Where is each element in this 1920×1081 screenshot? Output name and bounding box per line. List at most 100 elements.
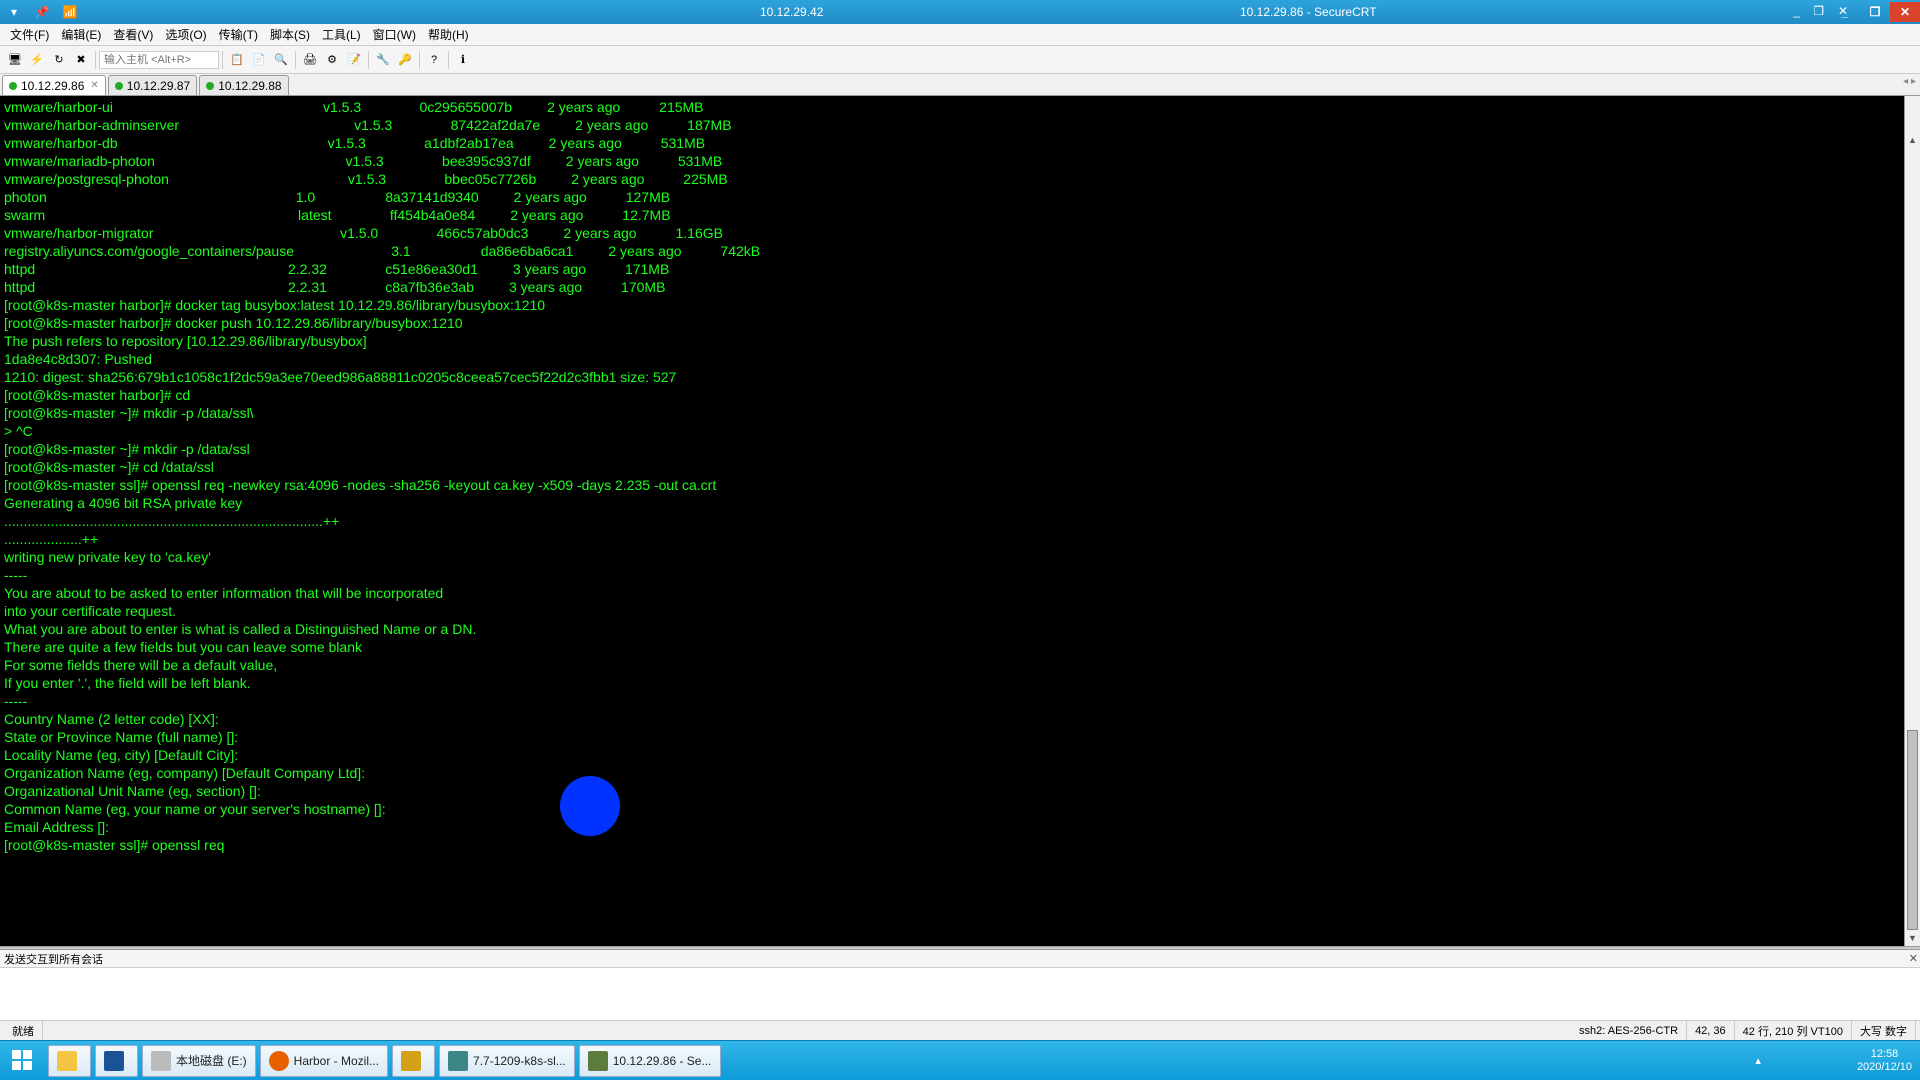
find-icon[interactable]: 🔍 — [271, 50, 291, 70]
close-small-icon[interactable]: ✕ — [1838, 4, 1848, 18]
terminal-line: What you are about to enter is what is c… — [4, 620, 1916, 638]
connect-icon[interactable]: 🖥 — [5, 50, 25, 70]
status-dot-icon — [9, 82, 17, 90]
menu-transfer[interactable]: 传输(T) — [213, 24, 264, 45]
menu-help[interactable]: 帮助(H) — [422, 24, 475, 45]
menu-window[interactable]: 窗口(W) — [367, 24, 422, 45]
task-firefox[interactable]: Harbor - Mozil... — [260, 1045, 388, 1077]
terminal-line: [root@k8s-master harbor]# docker tag bus… — [4, 296, 1916, 314]
tray-chevron-icon[interactable]: ▴ — [1755, 1054, 1761, 1067]
task-app1[interactable] — [392, 1045, 435, 1077]
copy-icon[interactable]: 📋 — [227, 50, 247, 70]
tab-scroll-arrows[interactable]: ◂ ▸ — [1903, 76, 1916, 87]
terminal-line: 1da8e4c8d307: Pushed — [4, 350, 1916, 368]
task-disk[interactable]: 本地磁盘 (E:) — [142, 1045, 256, 1077]
task-label: 7.7-1209-k8s-sl... — [473, 1054, 566, 1068]
terminal-line: ----- — [4, 692, 1916, 710]
help-icon[interactable]: ? — [424, 50, 444, 70]
terminal-line: For some fields there will be a default … — [4, 656, 1916, 674]
restore-small-icon[interactable]: ❐ — [1813, 4, 1824, 18]
clock-time: 12:58 — [1857, 1048, 1912, 1061]
terminal-line: [root@k8s-master ~]# mkdir -p /data/ssl\ — [4, 404, 1916, 422]
status-pos: 42, 36 — [1687, 1021, 1735, 1040]
terminal-line: There are quite a few fields but you can… — [4, 638, 1916, 656]
terminal-line: Country Name (2 letter code) [XX]: — [4, 710, 1916, 728]
quick-connect-icon[interactable]: ⚡ — [27, 50, 47, 70]
tray-icon[interactable] — [1807, 1052, 1825, 1070]
title-bar: ▾ 📌 📶 10.12.29.42 10.12.29.86 - SecureCR… — [0, 0, 1920, 24]
tab-3[interactable]: 10.12.29.88 — [199, 75, 288, 95]
panel-close-icon[interactable]: ✕ — [1909, 952, 1918, 965]
menu-script[interactable]: 脚本(S) — [264, 24, 316, 45]
task-slides[interactable]: 7.7-1209-k8s-sl... — [439, 1045, 575, 1077]
menu-bar: 文件(F) 编辑(E) 查看(V) 选项(O) 传输(T) 脚本(S) 工具(L… — [0, 24, 1920, 46]
image-row: vmware/harbor-ui v1.5.3 0c295655007b 2 y… — [4, 98, 1916, 116]
status-rows: 42 行, 210 列 VT100 — [1735, 1021, 1852, 1040]
reconnect-icon[interactable]: ↻ — [49, 50, 69, 70]
task-label: 本地磁盘 (E:) — [176, 1052, 247, 1069]
panel-title: 发送交互到所有会话 — [4, 951, 103, 967]
menu-edit[interactable]: 编辑(E) — [55, 24, 107, 45]
app-icon — [401, 1051, 421, 1071]
print-icon[interactable]: 🖨 — [300, 50, 320, 70]
toolbar: 🖥 ⚡ ↻ ✖ 📋 📄 🔍 🖨 ⚙ 📝 🔧 🔑 ? ℹ — [0, 46, 1920, 74]
explorer-button[interactable] — [48, 1045, 91, 1077]
maximize-button[interactable]: ❐ — [1860, 2, 1890, 22]
minimize-small-icon[interactable]: _ — [1793, 4, 1800, 18]
menu-file[interactable]: 文件(F) — [4, 24, 55, 45]
task-label: Harbor - Mozil... — [294, 1054, 379, 1068]
terminal-line: Locality Name (eg, city) [Default City]: — [4, 746, 1916, 764]
tray-icon[interactable] — [1763, 1052, 1781, 1070]
tab-1[interactable]: 10.12.29.86 ✕ — [2, 75, 106, 95]
terminal-line: 1210: digest: sha256:679b1c1058c1f2dc59a… — [4, 368, 1916, 386]
terminal-icon — [588, 1051, 608, 1071]
shell-icon — [104, 1051, 124, 1071]
close-tab-icon[interactable]: ✕ — [90, 80, 98, 91]
tab-bar: 10.12.29.86 ✕ 10.12.29.87 10.12.29.88 ◂ … — [0, 74, 1920, 96]
image-row: httpd 2.2.32 c51e86ea30d1 3 years ago 17… — [4, 260, 1916, 278]
tab-2[interactable]: 10.12.29.87 — [108, 75, 197, 95]
disconnect-icon[interactable]: ✖ — [71, 50, 91, 70]
key-icon[interactable]: 🔑 — [395, 50, 415, 70]
terminal-line: > ^C — [4, 422, 1916, 440]
task-securecrt[interactable]: 10.12.29.86 - Se... — [579, 1045, 721, 1077]
tray-icon[interactable] — [1829, 1052, 1847, 1070]
powershell-button[interactable] — [95, 1045, 138, 1077]
window-menu-icon[interactable]: ▾ — [2, 4, 26, 20]
close-button[interactable]: ✕ — [1890, 2, 1920, 22]
terminal-line: [root@k8s-master harbor]# cd — [4, 386, 1916, 404]
tray-icon[interactable] — [1785, 1052, 1803, 1070]
cursor-highlight — [560, 776, 620, 836]
clock[interactable]: 12:58 2020/12/10 — [1857, 1048, 1912, 1074]
status-ready: 就绪 — [4, 1021, 43, 1040]
pin-icon[interactable]: 📌 — [30, 4, 54, 20]
terminal-line: ....................++ — [4, 530, 1916, 548]
terminal-line: Organizational Unit Name (eg, section) [… — [4, 782, 1916, 800]
scroll-thumb[interactable] — [1907, 730, 1918, 930]
tab-label: 10.12.29.88 — [218, 79, 281, 93]
menu-view[interactable]: 查看(V) — [107, 24, 159, 45]
menu-options[interactable]: 选项(O) — [159, 24, 212, 45]
image-row: vmware/harbor-adminserver v1.5.3 87422af… — [4, 116, 1916, 134]
host-input[interactable] — [99, 51, 219, 69]
broadcast-panel-body[interactable] — [0, 968, 1920, 1020]
image-row: httpd 2.2.31 c8a7fb36e3ab 3 years ago 17… — [4, 278, 1916, 296]
terminal-line: writing new private key to 'ca.key' — [4, 548, 1916, 566]
scroll-down-icon[interactable]: ▼ — [1905, 930, 1920, 946]
scrollbar[interactable]: ▲ ▼ — [1904, 96, 1920, 946]
title-text-left: 10.12.29.42 — [760, 5, 823, 19]
about-icon[interactable]: ℹ — [453, 50, 473, 70]
properties-icon[interactable]: ⚙ — [322, 50, 342, 70]
start-button[interactable] — [0, 1041, 46, 1081]
paste-icon[interactable]: 📄 — [249, 50, 269, 70]
image-row: vmware/mariadb-photon v1.5.3 bee395c937d… — [4, 152, 1916, 170]
options-icon[interactable]: 🔧 — [373, 50, 393, 70]
image-row: vmware/harbor-db v1.5.3 a1dbf2ab17ea 2 y… — [4, 134, 1916, 152]
terminal[interactable]: vmware/harbor-ui v1.5.3 0c295655007b 2 y… — [0, 96, 1920, 946]
menu-tools[interactable]: 工具(L) — [316, 24, 367, 45]
terminal-line: into your certificate request. — [4, 602, 1916, 620]
terminal-line: Email Address []: — [4, 818, 1916, 836]
terminal-line: The push refers to repository [10.12.29.… — [4, 332, 1916, 350]
log-icon[interactable]: 📝 — [344, 50, 364, 70]
tab-label: 10.12.29.86 — [21, 79, 84, 93]
